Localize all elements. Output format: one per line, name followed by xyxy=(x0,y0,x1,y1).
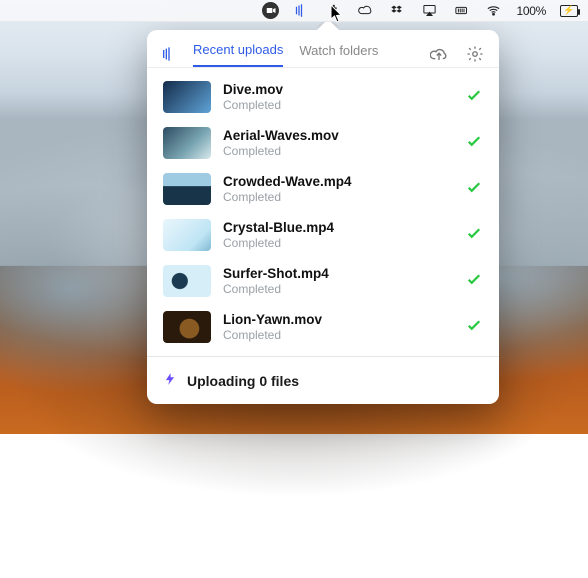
upload-row[interactable]: Crowded-Wave.mp4 Completed xyxy=(147,166,499,212)
upload-row[interactable]: Surfer-Shot.mp4 Completed xyxy=(147,258,499,304)
check-icon xyxy=(465,316,483,339)
lightning-icon xyxy=(163,371,177,390)
file-name: Dive.mov xyxy=(223,82,453,99)
thumbnail xyxy=(163,173,211,205)
mouse-cursor xyxy=(330,4,344,24)
check-icon xyxy=(465,178,483,201)
file-status: Completed xyxy=(223,328,453,342)
upload-row[interactable]: Aerial-Waves.mov Completed xyxy=(147,120,499,166)
thumbnail xyxy=(163,127,211,159)
upload-row[interactable]: Crystal-Blue.mp4 Completed xyxy=(147,212,499,258)
file-name: Crystal-Blue.mp4 xyxy=(223,220,453,237)
thumbnail xyxy=(163,219,211,251)
file-name: Lion-Yawn.mov xyxy=(223,312,453,329)
footer-status-text: Uploading 0 files xyxy=(187,373,299,389)
dropbox-icon[interactable] xyxy=(389,2,407,20)
thumbnail xyxy=(163,81,211,113)
thumbnail xyxy=(163,311,211,343)
file-status: Completed xyxy=(223,282,453,296)
airplay-icon[interactable] xyxy=(421,2,439,20)
zoom-icon[interactable] xyxy=(262,2,279,19)
file-name: Aerial-Waves.mov xyxy=(223,128,453,145)
popover-footer: Uploading 0 files xyxy=(147,356,499,404)
upload-row[interactable]: Dive.mov Completed xyxy=(147,74,499,120)
app-logo-icon xyxy=(161,46,177,62)
menubar: 100% ⚡ xyxy=(0,0,588,22)
popover-header: Recent uploads Watch folders xyxy=(147,30,499,67)
upload-cloud-icon[interactable] xyxy=(429,44,449,64)
file-status: Completed xyxy=(223,98,453,112)
upload-list: Dive.mov Completed Aerial-Waves.mov Comp… xyxy=(147,68,499,356)
settings-gear-icon[interactable] xyxy=(465,44,485,64)
check-icon xyxy=(465,224,483,247)
tab-watch-folders[interactable]: Watch folders xyxy=(299,41,378,66)
file-name: Surfer-Shot.mp4 xyxy=(223,266,453,283)
uploader-popover: Recent uploads Watch folders Dive.mov Co… xyxy=(147,30,499,404)
file-name: Crowded-Wave.mp4 xyxy=(223,174,453,191)
file-status: Completed xyxy=(223,144,453,158)
app-menubar-icon[interactable] xyxy=(293,2,311,20)
battery-percent-text: 100% xyxy=(517,4,547,18)
tab-recent-uploads[interactable]: Recent uploads xyxy=(193,40,283,67)
upload-row[interactable]: Lion-Yawn.mov Completed xyxy=(147,304,499,350)
check-icon xyxy=(465,132,483,155)
check-icon xyxy=(465,270,483,293)
file-status: Completed xyxy=(223,190,453,204)
file-status: Completed xyxy=(223,236,453,250)
thumbnail xyxy=(163,265,211,297)
creative-cloud-icon[interactable] xyxy=(357,2,375,20)
wifi-icon[interactable] xyxy=(485,2,503,20)
battery-bars-icon[interactable] xyxy=(453,2,471,20)
check-icon xyxy=(465,86,483,109)
battery-charging-icon[interactable]: ⚡ xyxy=(560,5,578,17)
